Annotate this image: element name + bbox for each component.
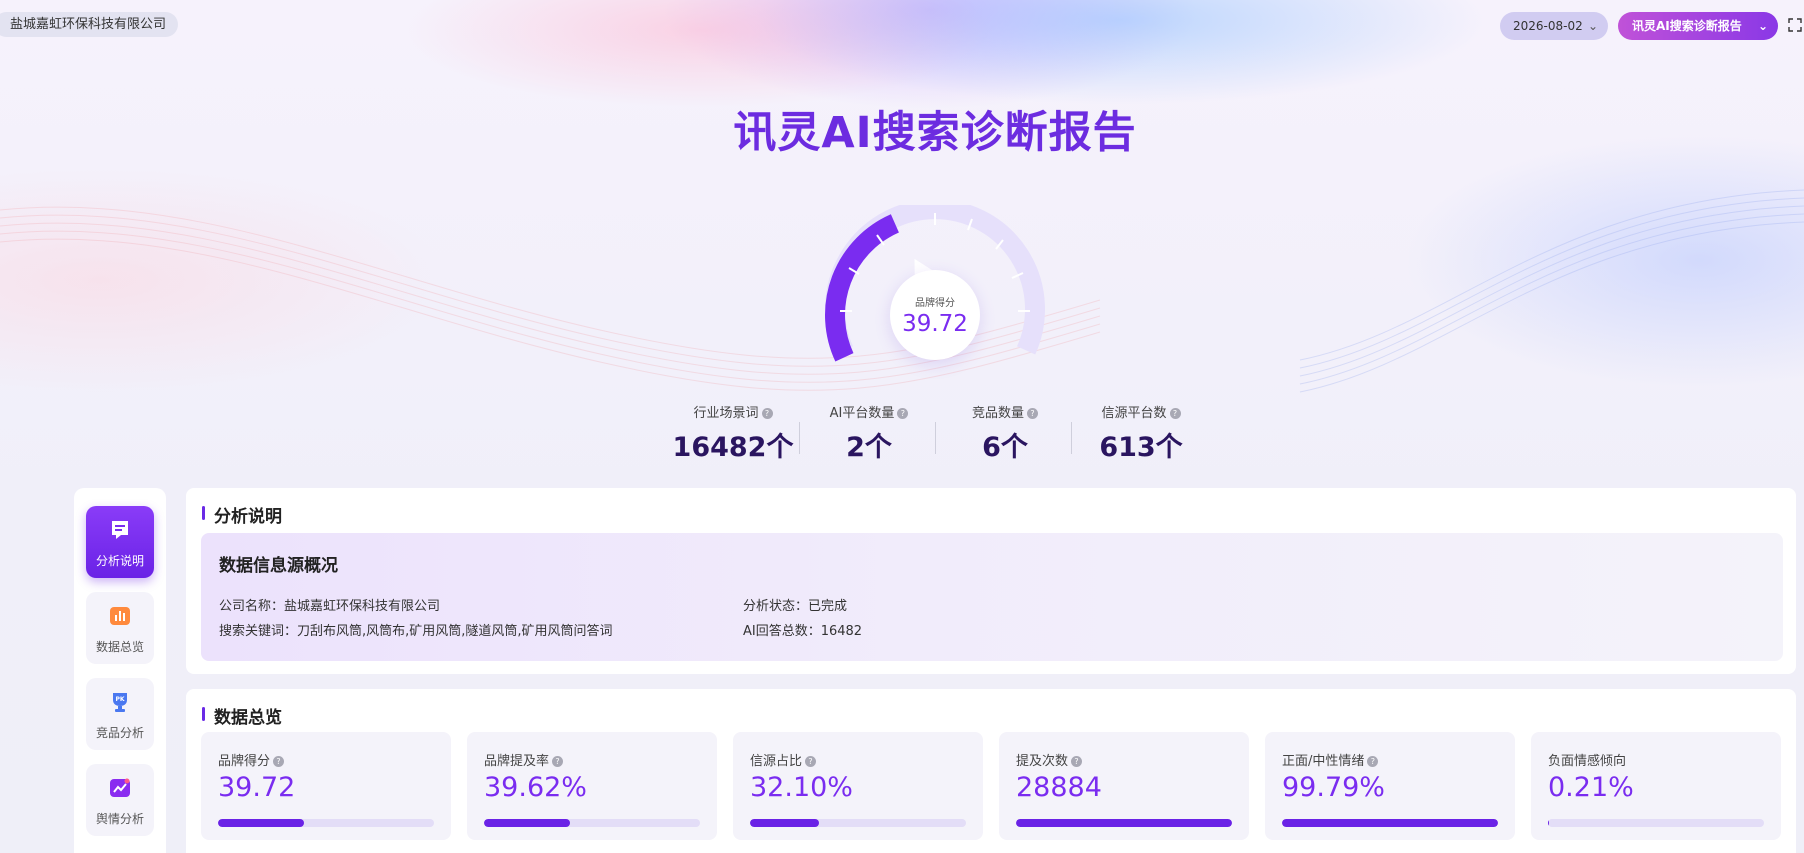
stat-value: 613个 [1099,432,1183,463]
nav-item-label: 分析说明 [95,554,144,568]
metric-value: 39.62% [484,772,587,803]
answers-info: AI回答总数：16482 [743,624,863,639]
company-info: 公司名称：盐城嘉虹环保科技有限公司 [219,599,441,614]
progress-bar [1016,819,1232,827]
stat-value: 2个 [846,432,892,463]
summary-stats: 行业场景词? 16482个 AI平台数量? 2个 竞品数量? 6个 信源平台数?… [665,402,1205,464]
metric-label: 信源占比 [750,754,803,769]
stat-label: 竞品数量 [971,406,1024,421]
metric-label: 负面情感倾向 [1548,754,1627,769]
help-icon[interactable]: ? [805,756,817,767]
gauge-center: 品牌得分 39.72 [890,270,980,360]
doc-icon [112,521,128,539]
side-nav: 分析说明 数据总览 PK 竞品分析 舆情分析 [74,488,166,853]
metric-negative: 负面情感倾向 0.21% [1531,732,1781,840]
metric-positive-neutral: 正面/中性情绪? 99.79% [1265,732,1515,840]
nav-item-label: 竞品分析 [95,726,144,740]
help-icon[interactable]: ? [761,408,773,419]
nav-item-overview[interactable]: 数据总览 [86,592,154,664]
section-title: 数据总览 [202,703,282,728]
stat-value: 6个 [982,432,1028,463]
report-select[interactable]: 讯灵AI搜索诊断报告 ⌄ [1618,12,1778,40]
stat-label: AI平台数量 [829,406,895,421]
metric-mention-count: 提及次数? 28884 [999,732,1249,840]
progress-fill [1548,819,1549,827]
divider [1071,422,1072,454]
data-source-overview: 数据信息源概况 公司名称：盐城嘉虹环保科技有限公司 搜索关键词：刀刮布风筒,风筒… [201,533,1783,661]
metric-value: 99.79% [1282,772,1385,803]
nav-item-label: 舆情分析 [95,812,144,826]
overview-card: 数据总览 品牌得分? 39.72 品牌提及率? 39.62% 信源占比? 32.… [186,689,1796,853]
stat-label: 信源平台数 [1101,406,1167,421]
keywords-info: 搜索关键词：刀刮布风筒,风筒布,矿用风筒,隧道风筒,矿用风筒问答词 [219,624,613,639]
trophy-icon: PK [113,693,127,712]
help-icon[interactable]: ? [1027,408,1038,419]
progress-fill [750,819,820,827]
progress-bar [1282,819,1498,827]
help-icon[interactable]: ? [1367,756,1379,767]
metric-label: 正面/中性情绪 [1282,754,1365,769]
gauge-label: 品牌得分 [915,298,955,309]
stat-label: 行业场景词 [693,406,759,421]
svg-text:PK: PK [115,696,124,703]
gauge-value: 39.72 [902,311,968,337]
info-title: 数据信息源概况 [219,556,338,576]
company-name-badge: 盐城嘉虹环保科技有限公司 [0,12,179,37]
metric-source-share: 信源占比? 32.10% [733,732,983,840]
page-title: 讯灵AI搜索诊断报告 [733,108,1137,158]
metric-mention-rate: 品牌提及率? 39.62% [467,732,717,840]
nav-item-sentiment[interactable]: 舆情分析 [86,764,154,836]
chevron-down-icon: ⌄ [1587,19,1598,33]
help-icon[interactable]: ? [1071,756,1083,767]
metric-value: 39.72 [218,772,296,803]
stat-industry-keywords: 行业场景词? 16482个 [665,402,801,464]
status-info: 分析状态：已完成 [743,599,848,614]
nav-item-analysis[interactable]: 分析说明 [86,506,154,578]
help-icon[interactable]: ? [552,756,564,767]
stat-source-platforms: 信源平台数? 613个 [1073,402,1209,464]
stat-ai-platforms: AI平台数量? 2个 [801,402,937,464]
metric-value: 0.21% [1548,772,1634,803]
progress-bar [218,819,434,827]
progress-bar [484,819,700,827]
trend-icon [110,778,130,797]
top-bar: 盐城嘉虹环保科技有限公司 2026-08-02 ⌄ 讯灵AI搜索诊断报告 ⌄ [0,12,1804,40]
progress-bar [750,819,966,827]
progress-fill [1282,819,1498,827]
section-title: 分析说明 [202,502,282,527]
metric-label: 提及次数 [1016,754,1069,769]
date-value: 2026-08-02 [1513,19,1583,33]
help-icon[interactable]: ? [1169,408,1181,419]
progress-fill [1016,819,1232,827]
progress-bar [1548,819,1764,827]
chevron-down-icon: ⌄ [1757,19,1768,33]
divider [799,422,800,454]
divider [935,422,936,454]
help-icon[interactable]: ? [897,408,909,419]
metric-brand-score: 品牌得分? 39.72 [201,732,451,840]
metric-value: 32.10% [750,772,853,803]
date-select[interactable]: 2026-08-02 ⌄ [1500,12,1608,40]
stat-value: 16482个 [672,432,794,463]
analysis-card: 分析说明 数据信息源概况 公司名称：盐城嘉虹环保科技有限公司 搜索关键词：刀刮布… [186,488,1796,674]
stat-competitors: 竞品数量? 6个 [937,402,1073,464]
progress-fill [218,819,304,827]
metric-label: 品牌得分 [218,754,271,769]
brand-score-gauge: 品牌得分 39.72 [825,199,1045,370]
metric-label: 品牌提及率 [484,754,550,769]
report-select-value: 讯灵AI搜索诊断报告 [1632,19,1742,33]
progress-fill [484,819,570,827]
metric-value: 28884 [1016,772,1102,803]
nav-item-label: 数据总览 [95,640,144,654]
fullscreen-icon[interactable] [1788,18,1802,32]
bar-chart-icon [110,607,130,625]
nav-item-competitors[interactable]: PK 竞品分析 [86,678,154,750]
help-icon[interactable]: ? [273,756,285,767]
